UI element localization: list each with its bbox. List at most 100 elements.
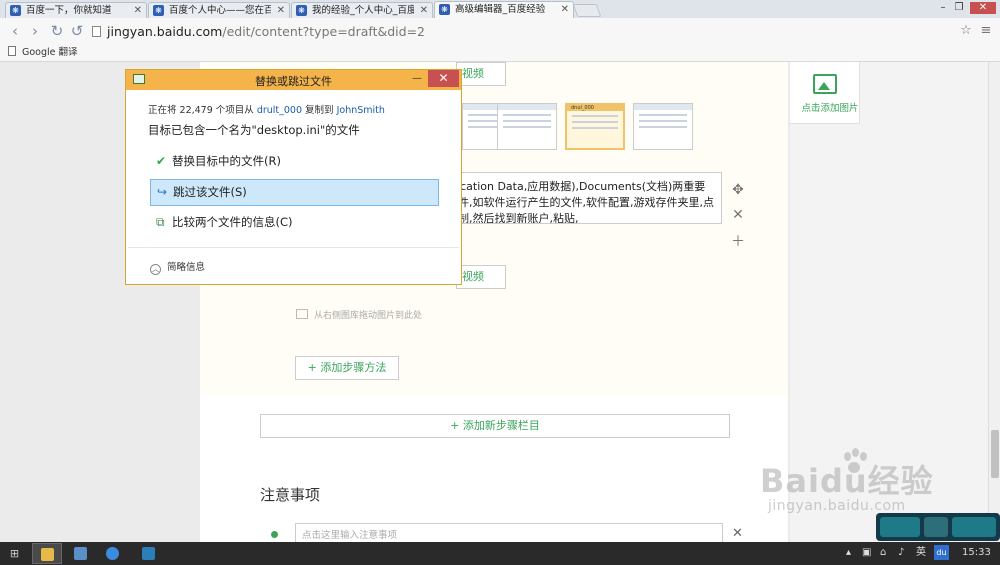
browser-toolbar: ‹ › ↻ ↺ jingyan.baidu.com/edit/content?t… — [0, 18, 1000, 44]
add-video-button[interactable]: 视频 — [456, 265, 506, 289]
tab-close-icon[interactable]: ✕ — [134, 3, 142, 18]
scrollbar-thumb[interactable] — [991, 430, 999, 478]
add-step-method-button[interactable]: + 添加步骤方法 — [295, 356, 399, 380]
baidu-watermark: Baidu经验 jingyan.baidu.com — [760, 448, 990, 518]
image-thumbnail[interactable]: dnul_000 — [565, 103, 625, 150]
tray-icon[interactable]: ⌂ — [880, 546, 886, 560]
tab-my-experience[interactable]: ❋ 我的经验_个人中心_百度经 ✕ — [291, 2, 433, 19]
tab-close-icon[interactable]: ✕ — [420, 3, 428, 18]
option-label: 跳过该文件(S) — [173, 185, 247, 199]
start-button[interactable]: ⊞ — [0, 543, 30, 564]
step-text-editor[interactable]: plication Data,应用数据),Documents(文档)两重要文件,… — [440, 172, 722, 224]
volume-icon[interactable]: ♪ — [898, 546, 904, 560]
input-method-indicator[interactable]: 英 — [916, 546, 926, 560]
delete-note-icon[interactable]: ✕ — [732, 526, 743, 541]
tab-close-icon[interactable]: ✕ — [561, 2, 569, 17]
fewer-details-toggle[interactable]: ︿ 简略信息 — [150, 259, 205, 275]
compare-files-option[interactable]: ⧉ 比较两个文件的信息(C) — [150, 210, 439, 237]
star-bookmark-icon[interactable]: ☆ — [958, 23, 974, 39]
chevron-up-icon: ︿ — [150, 264, 161, 275]
menu-icon[interactable]: ≡ — [978, 23, 994, 39]
add-video-button[interactable]: 视频 — [456, 62, 506, 86]
tray-icon[interactable]: ▣ — [862, 546, 871, 560]
forward-arrow-icon[interactable]: › — [26, 22, 44, 40]
tab-title: 百度个人中心——您在百度 — [169, 5, 271, 16]
tab-baidu-profile[interactable]: ❋ 百度个人中心——您在百度 ✕ — [148, 2, 290, 19]
page-icon — [92, 26, 101, 37]
widget-segment — [952, 517, 996, 537]
taskbar-browser[interactable] — [98, 543, 128, 564]
add-image-label: 点击添加图片 — [801, 103, 859, 114]
paw-icon — [924, 517, 948, 537]
new-tab-button[interactable] — [572, 4, 602, 17]
image-thumbnail[interactable] — [497, 103, 557, 150]
baidu-paw-icon: ❋ — [153, 5, 164, 16]
taskbar-app[interactable] — [66, 543, 96, 564]
skip-file-option[interactable]: ↪ 跳过该文件(S) — [150, 179, 439, 206]
dialog-close-button[interactable]: ✕ — [428, 70, 459, 87]
tab-strip: ❋ 百度一下，你就知道 ✕ ❋ 百度个人中心——您在百度 ✕ ❋ 我的经验_个人… — [0, 0, 1000, 19]
button-label: + 添加步骤方法 — [307, 361, 387, 374]
taskbar-file-explorer[interactable] — [32, 543, 62, 564]
floating-widget[interactable] — [876, 513, 1000, 541]
tab-title: 百度一下，你就知道 — [26, 5, 112, 16]
notes-bullet — [271, 531, 278, 538]
dialog-titlebar[interactable]: 替换或跳过文件 — ✕ — [126, 70, 461, 90]
add-step-icon[interactable]: ＋ — [730, 231, 746, 251]
conflict-message: 目标已包含一个名为"desktop.ini"的文件 — [148, 123, 360, 137]
watermark-logo: Baidu经验 — [760, 462, 934, 500]
source-folder-link[interactable]: drult_000 — [257, 105, 302, 116]
compare-files-icon: ⧉ — [156, 215, 165, 229]
browser-icon — [106, 547, 119, 560]
notes-input[interactable]: 点击这里输入注意事项 — [295, 523, 723, 542]
replace-skip-dialog: 替换或跳过文件 — ✕ 正在将 22,479 个项目从 drult_000 复制… — [125, 69, 462, 285]
clock[interactable]: 15:33 — [962, 546, 991, 560]
replace-file-option[interactable]: ✔ 替换目标中的文件(R) — [150, 149, 439, 176]
baidu-tray-icon[interactable]: du — [934, 545, 949, 560]
tab-close-icon[interactable]: ✕ — [277, 3, 285, 18]
progress-prefix: 正在将 22,479 个项目从 — [148, 105, 257, 116]
button-label: 视频 — [462, 67, 484, 80]
delete-step-icon[interactable]: ✕ — [730, 207, 746, 223]
url-host: jingyan.baidu.com — [107, 24, 223, 39]
back-arrow-icon[interactable]: ‹ — [6, 22, 24, 40]
undo-close-icon[interactable]: ↺ — [68, 22, 86, 40]
button-label: + 添加新步骤栏目 — [450, 419, 540, 432]
dialog-minimize-icon[interactable]: — — [408, 72, 426, 86]
close-window-icon[interactable]: ✕ — [970, 2, 996, 14]
checkmark-icon: ✔ — [156, 154, 167, 168]
add-step-column-button[interactable]: + 添加新步骤栏目 — [260, 414, 730, 438]
option-label: 替换目标中的文件(R) — [172, 154, 281, 168]
destination-folder-link[interactable]: JohnSmith — [337, 105, 385, 116]
button-label: 视频 — [462, 270, 484, 283]
url-path: /edit/content?type=draft&did=2 — [222, 24, 426, 39]
restore-window-icon[interactable]: ❐ — [950, 2, 968, 14]
address-bar[interactable]: jingyan.baidu.com/edit/content?type=draf… — [92, 21, 952, 42]
drop-image-hint: 从右侧图库拖动图片到此处 — [296, 308, 422, 321]
windows-taskbar: ⊞ ▴ ▣ ⌂ ♪ 英 du 15:33 — [0, 542, 1000, 565]
bookmarks-bar: Google 翻译 — [0, 44, 1000, 62]
baidu-paw-icon: ❋ — [439, 4, 450, 15]
skip-arrow-icon: ↪ — [157, 185, 168, 199]
tab-baidu-search[interactable]: ❋ 百度一下，你就知道 ✕ — [5, 2, 147, 19]
show-hidden-icons[interactable]: ▴ — [846, 546, 851, 560]
add-image-icon — [813, 74, 837, 94]
bookmark-label: Google 翻译 — [22, 47, 78, 58]
drag-move-icon[interactable]: ✥ — [730, 182, 746, 198]
tab-advanced-editor[interactable]: ❋ 高级编辑器_百度经验 ✕ — [434, 1, 574, 19]
drop-hint-text: 从右侧图库拖动图片到此处 — [314, 311, 423, 321]
baidu-paw-icon: ❋ — [10, 5, 21, 16]
watermark-url: jingyan.baidu.com — [768, 498, 906, 514]
tab-title: 高级编辑器_百度经验 — [455, 4, 546, 15]
reload-icon[interactable]: ↻ — [48, 22, 66, 40]
image-icon — [296, 309, 308, 319]
app-icon — [142, 547, 155, 560]
bookmark-google-translate[interactable]: Google 翻译 — [8, 46, 78, 60]
progress-mid: 复制到 — [302, 105, 337, 116]
taskbar-app[interactable] — [134, 543, 164, 564]
option-label: 比较两个文件的信息(C) — [172, 215, 293, 229]
widget-segment — [880, 517, 920, 537]
image-thumbnail[interactable] — [633, 103, 693, 150]
step-text: plication Data,应用数据),Documents(文档)两重要文件,… — [447, 180, 714, 224]
add-image-button[interactable]: 点击添加图片 — [790, 62, 860, 124]
